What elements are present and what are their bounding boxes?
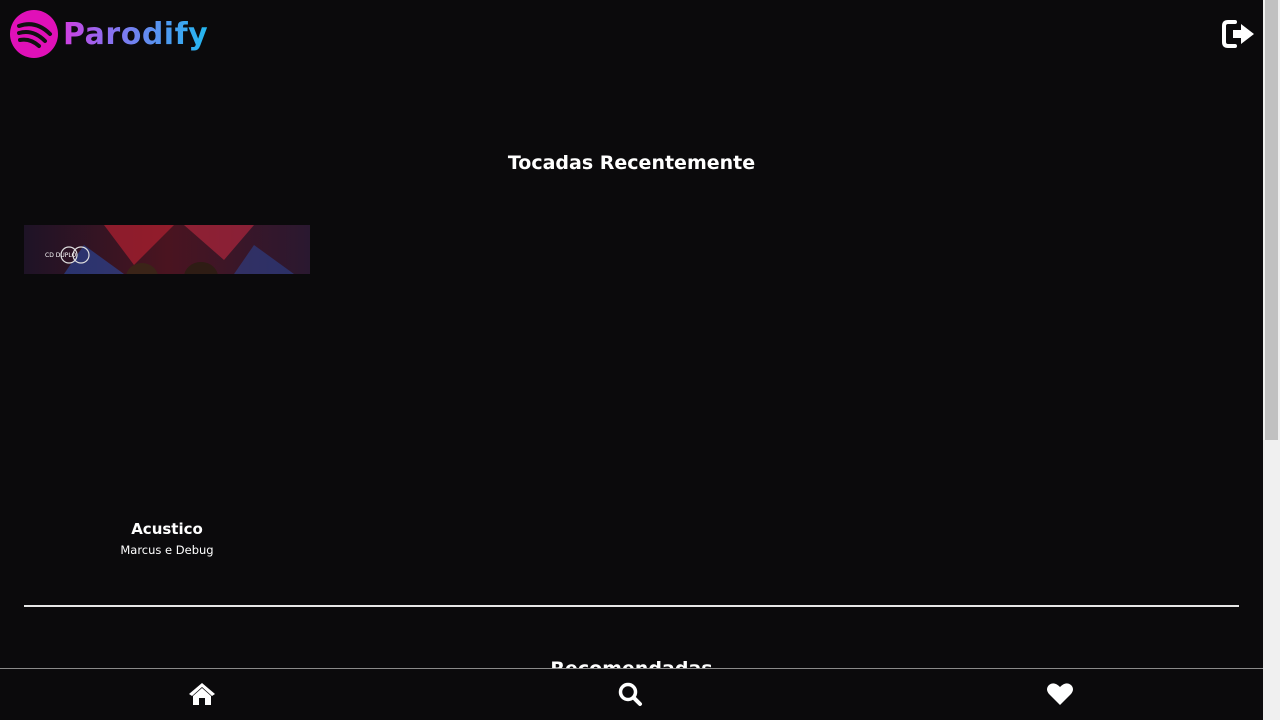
section-title-recent: Tocadas Recentemente <box>507 152 756 174</box>
section-divider <box>24 605 1239 607</box>
header: Parodify <box>0 0 1263 70</box>
bottom-nav <box>0 668 1263 720</box>
page: Parodify Tocadas Recentemente CD DUPLO A… <box>0 0 1263 720</box>
album-card[interactable]: CD DUPLO Acustico Marcus e Debug <box>24 225 310 565</box>
search-icon[interactable] <box>617 681 645 707</box>
album-cover: CD DUPLO <box>24 225 310 274</box>
album-artist: Marcus e Debug <box>120 543 214 557</box>
album-title: Acustico <box>131 520 203 538</box>
sign-out-icon[interactable] <box>1222 19 1256 49</box>
album-cover-text: CD DUPLO <box>45 252 76 259</box>
logo[interactable]: Parodify <box>10 10 208 58</box>
heart-icon[interactable] <box>1046 681 1074 707</box>
parodify-logo-icon <box>10 10 58 58</box>
home-icon[interactable] <box>188 681 216 707</box>
scrollbar-thumb[interactable] <box>1265 0 1278 440</box>
scrollbar[interactable] <box>1263 0 1280 720</box>
logo-text: Parodify <box>63 16 209 52</box>
